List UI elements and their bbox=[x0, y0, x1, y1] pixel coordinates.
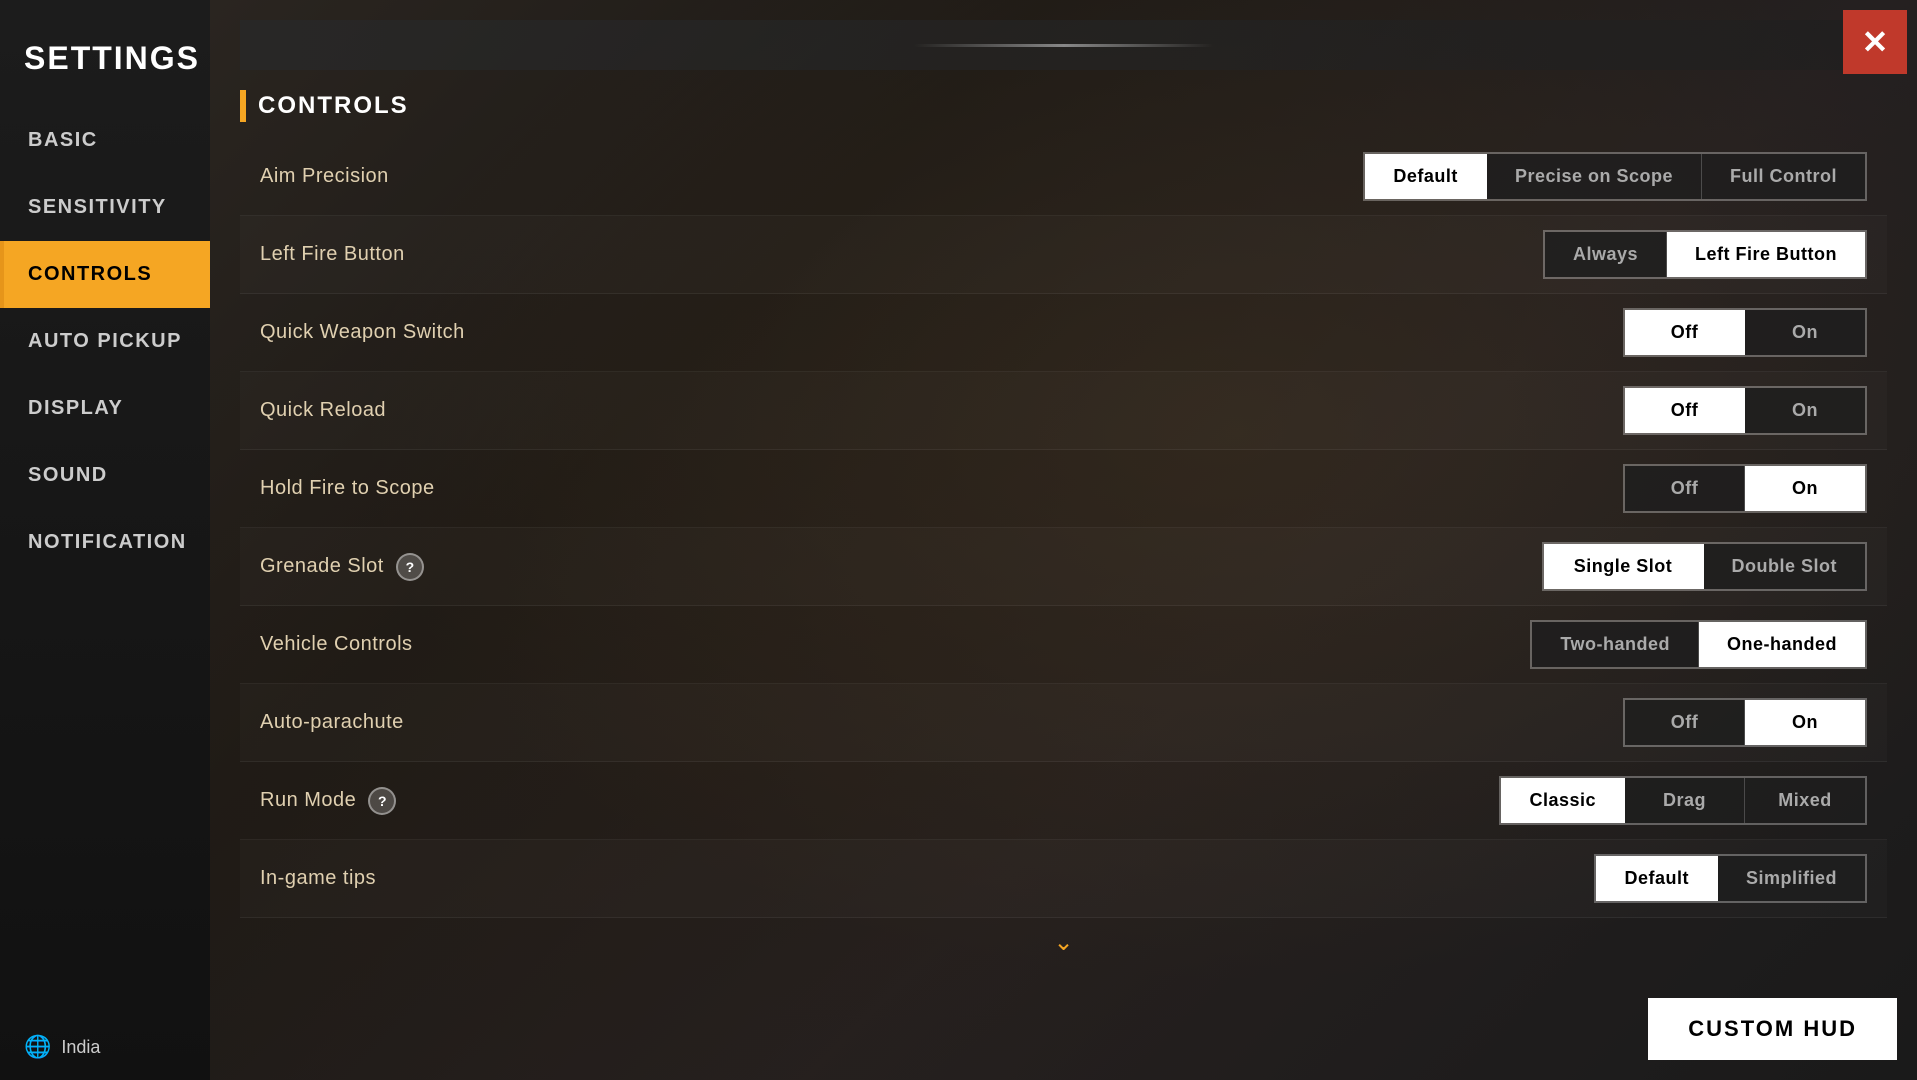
ingame-tips-options: Default Simplified bbox=[1594, 854, 1867, 903]
quick-reload-options: Off On bbox=[1623, 386, 1867, 435]
hold-fire-off-btn[interactable]: Off bbox=[1625, 466, 1745, 511]
quick-weapon-off-btn[interactable]: Off bbox=[1625, 310, 1745, 355]
setting-row-quick-reload: Quick Reload Off On bbox=[240, 372, 1887, 450]
setting-label-group: Auto-parachute bbox=[260, 711, 404, 734]
quick-reload-label: Quick Reload bbox=[260, 399, 386, 422]
sidebar-item-sensitivity[interactable]: SENSITIVITY bbox=[0, 174, 210, 241]
left-fire-button-btn[interactable]: Left Fire Button bbox=[1667, 232, 1865, 277]
sidebar-item-sound[interactable]: SOUND bbox=[0, 442, 210, 509]
setting-label-group: Quick Weapon Switch bbox=[260, 321, 465, 344]
region-label: India bbox=[61, 1037, 100, 1058]
setting-row-aim-precision: Aim Precision Default Precise on Scope F… bbox=[240, 138, 1887, 216]
close-button[interactable]: ✕ bbox=[1843, 10, 1907, 74]
hold-fire-on-btn[interactable]: On bbox=[1745, 466, 1865, 511]
quick-weapon-label: Quick Weapon Switch bbox=[260, 321, 465, 344]
left-fire-always-btn[interactable]: Always bbox=[1545, 232, 1667, 277]
grenade-help-icon[interactable]: ? bbox=[396, 553, 424, 581]
grenade-double-btn[interactable]: Double Slot bbox=[1704, 544, 1866, 589]
aim-precision-label: Aim Precision bbox=[260, 165, 389, 188]
run-mode-mixed-btn[interactable]: Mixed bbox=[1745, 778, 1865, 823]
section-header: CONTROLS bbox=[240, 90, 1887, 122]
run-mode-label: Run Mode bbox=[260, 789, 356, 812]
setting-row-hold-fire: Hold Fire to Scope Off On bbox=[240, 450, 1887, 528]
parachute-off-btn[interactable]: Off bbox=[1625, 700, 1745, 745]
globe-icon: 🌐 bbox=[24, 1034, 51, 1060]
setting-label-group: Left Fire Button bbox=[260, 243, 405, 266]
hold-fire-label: Hold Fire to Scope bbox=[260, 477, 435, 500]
top-bar bbox=[240, 20, 1887, 70]
sidebar-item-controls[interactable]: CONTROLS bbox=[0, 241, 210, 308]
quick-weapon-on-btn[interactable]: On bbox=[1745, 310, 1865, 355]
sidebar-item-display[interactable]: DISPLAY bbox=[0, 375, 210, 442]
setting-label-group: In-game tips bbox=[260, 867, 376, 890]
sidebar-item-notification[interactable]: NOTIFICATION bbox=[0, 509, 210, 576]
vehicle-one-handed-btn[interactable]: One-handed bbox=[1699, 622, 1865, 667]
run-mode-classic-btn[interactable]: Classic bbox=[1501, 778, 1625, 823]
vehicle-options: Two-handed One-handed bbox=[1530, 620, 1867, 669]
quick-weapon-options: Off On bbox=[1623, 308, 1867, 357]
section-title: CONTROLS bbox=[258, 92, 409, 120]
setting-row-run-mode: Run Mode ? Classic Drag Mixed bbox=[240, 762, 1887, 840]
run-mode-help-icon[interactable]: ? bbox=[368, 787, 396, 815]
setting-label-group: Grenade Slot ? bbox=[260, 553, 424, 581]
ingame-tips-label: In-game tips bbox=[260, 867, 376, 890]
setting-row-left-fire: Left Fire Button Always Left Fire Button bbox=[240, 216, 1887, 294]
custom-hud-button[interactable]: CUSTOM HUD bbox=[1648, 998, 1897, 1060]
aim-precision-full-btn[interactable]: Full Control bbox=[1702, 154, 1865, 199]
setting-label-group: Vehicle Controls bbox=[260, 633, 413, 656]
aim-precision-options: Default Precise on Scope Full Control bbox=[1363, 152, 1867, 201]
hold-fire-options: Off On bbox=[1623, 464, 1867, 513]
parachute-options: Off On bbox=[1623, 698, 1867, 747]
setting-row-ingame-tips: In-game tips Default Simplified bbox=[240, 840, 1887, 918]
grenade-single-btn[interactable]: Single Slot bbox=[1544, 544, 1704, 589]
setting-row-grenade: Grenade Slot ? Single Slot Double Slot bbox=[240, 528, 1887, 606]
setting-label-group: Run Mode ? bbox=[260, 787, 396, 815]
top-bar-line bbox=[914, 44, 1214, 47]
ingame-tips-simplified-btn[interactable]: Simplified bbox=[1718, 856, 1865, 901]
chevron-down-icon: ⌄ bbox=[1053, 929, 1073, 956]
vehicle-two-handed-btn[interactable]: Two-handed bbox=[1532, 622, 1699, 667]
parachute-on-btn[interactable]: On bbox=[1745, 700, 1865, 745]
sidebar-item-auto-pickup[interactable]: AUTO PICKUP bbox=[0, 308, 210, 375]
left-fire-options: Always Left Fire Button bbox=[1543, 230, 1867, 279]
settings-container: Aim Precision Default Precise on Scope F… bbox=[240, 138, 1887, 918]
setting-label-group: Quick Reload bbox=[260, 399, 386, 422]
grenade-options: Single Slot Double Slot bbox=[1542, 542, 1868, 591]
aim-precision-precise-btn[interactable]: Precise on Scope bbox=[1487, 154, 1702, 199]
parachute-label: Auto-parachute bbox=[260, 711, 404, 734]
run-mode-options: Classic Drag Mixed bbox=[1499, 776, 1867, 825]
quick-reload-on-btn[interactable]: On bbox=[1745, 388, 1865, 433]
ingame-tips-default-btn[interactable]: Default bbox=[1596, 856, 1718, 901]
setting-row-parachute: Auto-parachute Off On bbox=[240, 684, 1887, 762]
setting-row-vehicle: Vehicle Controls Two-handed One-handed bbox=[240, 606, 1887, 684]
left-fire-label: Left Fire Button bbox=[260, 243, 405, 266]
grenade-label: Grenade Slot bbox=[260, 555, 384, 578]
quick-reload-off-btn[interactable]: Off bbox=[1625, 388, 1745, 433]
setting-label-group: Aim Precision bbox=[260, 165, 389, 188]
setting-row-quick-weapon: Quick Weapon Switch Off On bbox=[240, 294, 1887, 372]
settings-title: SETTINGS bbox=[0, 20, 210, 107]
main-content: ✕ CONTROLS Aim Precision Default Precise… bbox=[210, 0, 1917, 1080]
setting-label-group: Hold Fire to Scope bbox=[260, 477, 435, 500]
sidebar: SETTINGS BASIC SENSITIVITY CONTROLS AUTO… bbox=[0, 0, 210, 1080]
region-selector[interactable]: 🌐 India bbox=[0, 1014, 210, 1080]
run-mode-drag-btn[interactable]: Drag bbox=[1625, 778, 1745, 823]
sidebar-item-basic[interactable]: BASIC bbox=[0, 107, 210, 174]
aim-precision-default-btn[interactable]: Default bbox=[1365, 154, 1487, 199]
controls-section: CONTROLS Aim Precision Default Precise o… bbox=[240, 90, 1887, 967]
scroll-indicator: ⌄ bbox=[240, 918, 1887, 967]
vehicle-label: Vehicle Controls bbox=[260, 633, 413, 656]
section-indicator bbox=[240, 90, 246, 122]
